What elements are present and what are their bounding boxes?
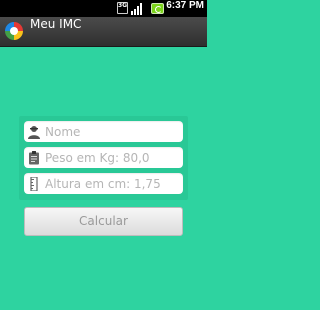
person-icon [28, 124, 40, 139]
status-bar: 3G 6:37 PM [0, 0, 207, 17]
title-bar: Meu IMC [0, 17, 207, 47]
signal-icon [131, 2, 145, 15]
3g-icon: 3G [117, 2, 128, 14]
name-field[interactable] [24, 121, 183, 142]
calculate-button[interactable]: Calcular [24, 207, 183, 236]
weight-field[interactable] [24, 147, 183, 168]
battery-icon [151, 3, 164, 14]
clipboard-icon [28, 150, 40, 165]
app-title: Meu IMC [30, 17, 82, 31]
ruler-icon [28, 176, 40, 192]
app-logo-icon [5, 22, 23, 40]
height-input[interactable] [45, 173, 179, 194]
name-input[interactable] [45, 121, 179, 142]
weight-input[interactable] [45, 147, 179, 168]
height-field[interactable] [24, 173, 183, 194]
form-card [19, 116, 188, 200]
status-time: 6:37 PM [166, 0, 204, 11]
